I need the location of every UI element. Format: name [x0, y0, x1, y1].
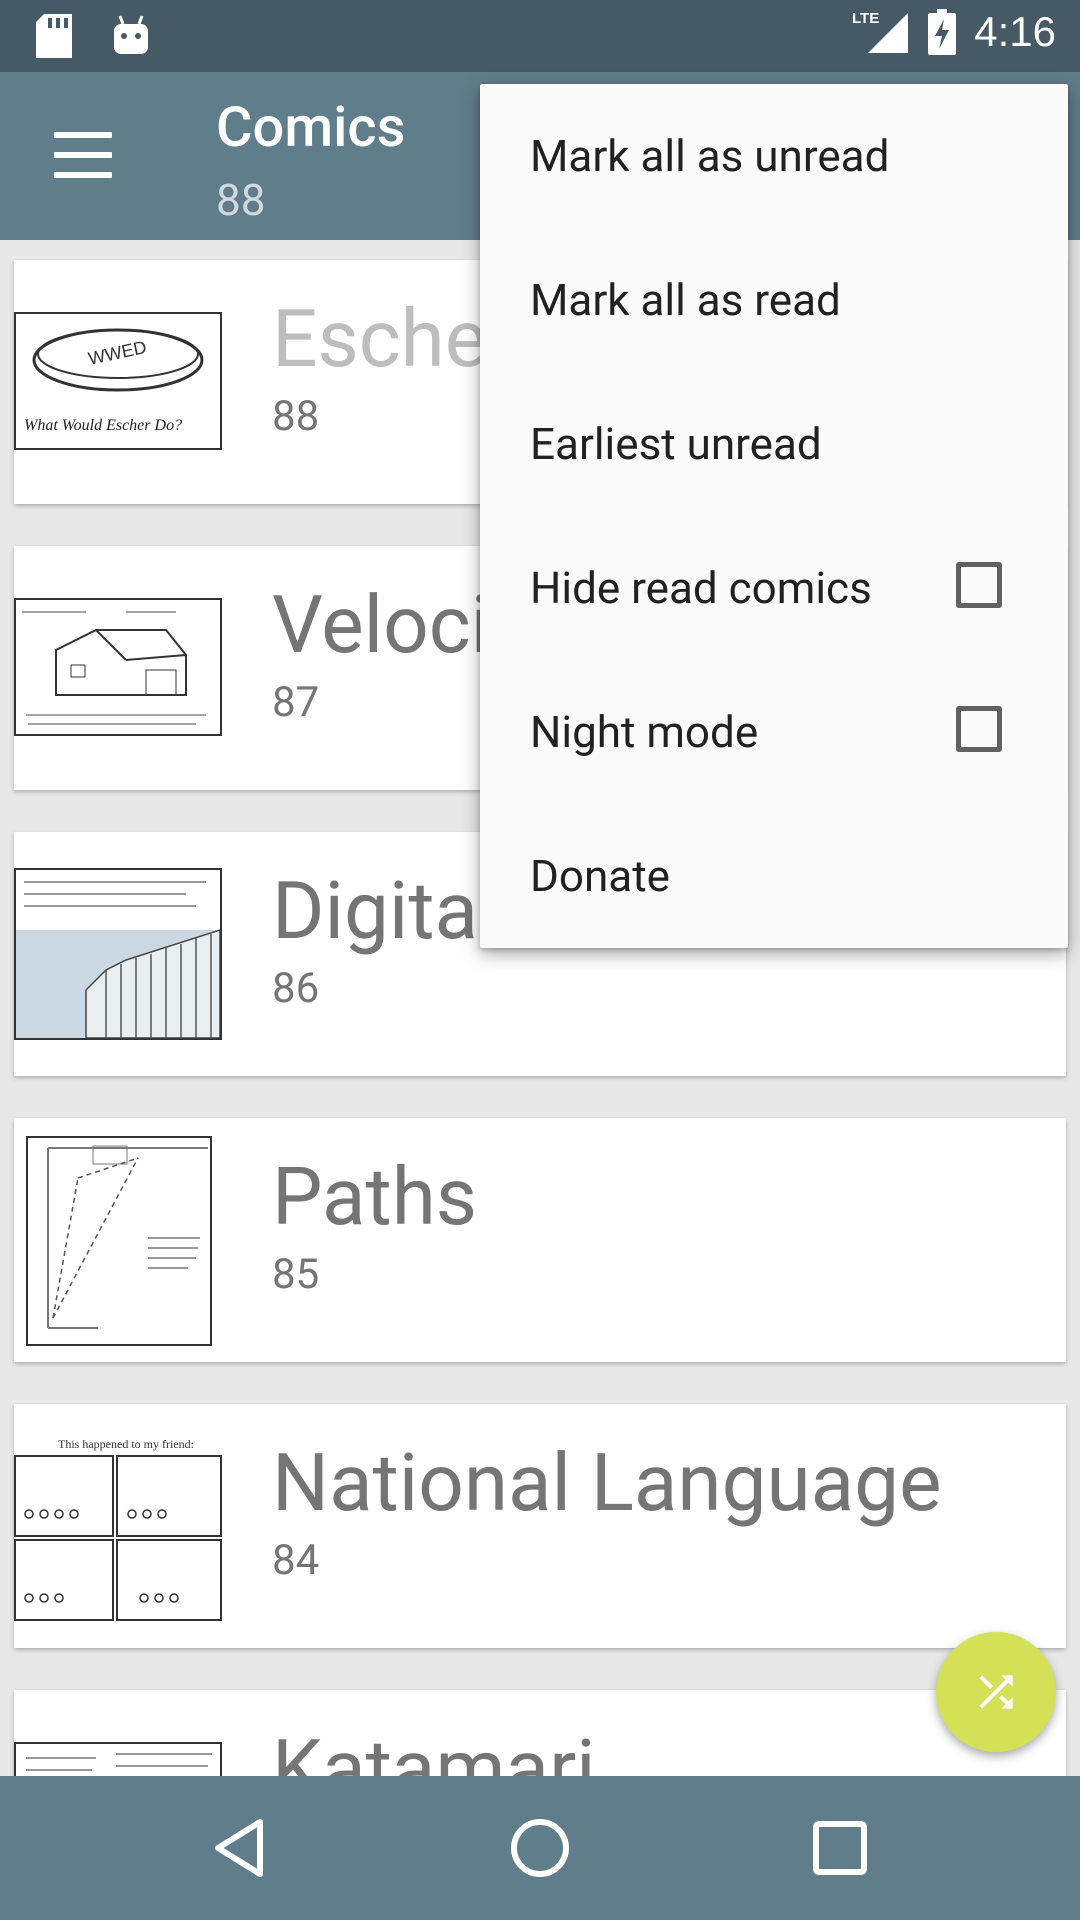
- menu-item-label: Mark all as unread: [530, 130, 890, 182]
- comic-thumbnail: [26, 1136, 212, 1346]
- comic-number: 86: [272, 964, 320, 1013]
- comic-title: National Language: [272, 1436, 942, 1530]
- comic-title: Paths: [272, 1150, 478, 1244]
- comic-card[interactable]: This happened to my friend: National Lan…: [14, 1404, 1066, 1648]
- comic-card[interactable]: Katamari: [14, 1690, 1066, 1776]
- night-mode-checkbox[interactable]: [956, 706, 1002, 752]
- comic-number: 85: [272, 1250, 320, 1299]
- back-icon[interactable]: [204, 1812, 276, 1884]
- comic-thumbnail: [14, 1742, 222, 1776]
- menu-item-label: Donate: [530, 850, 670, 902]
- comic-number: 88: [272, 392, 320, 441]
- sd-card-icon: [36, 14, 72, 58]
- home-icon[interactable]: [504, 1812, 576, 1884]
- menu-item-label: Hide read comics: [530, 562, 872, 614]
- comic-card[interactable]: Paths 85: [14, 1118, 1066, 1362]
- comic-title: Digita: [272, 864, 479, 958]
- menu-item-mark-all-read[interactable]: Mark all as read: [480, 228, 1068, 372]
- android-icon: [114, 15, 148, 54]
- shuffle-icon: [979, 1675, 1013, 1709]
- thumb-caption: What Would Escher Do?: [24, 417, 182, 434]
- menu-item-night-mode[interactable]: Night mode: [480, 660, 1068, 804]
- comic-title: Esche: [272, 292, 488, 386]
- thumb-caption: This happened to my friend:: [58, 1437, 194, 1451]
- svg-text:LTE: LTE: [852, 10, 879, 27]
- comic-title: Katamari: [272, 1722, 596, 1776]
- lte-signal-icon: LTE: [852, 10, 909, 53]
- comic-thumbnail: [14, 598, 222, 736]
- hamburger-menu-icon[interactable]: [54, 132, 112, 178]
- menu-item-label: Mark all as read: [530, 274, 841, 326]
- page-subtitle: 88: [216, 174, 266, 226]
- menu-item-donate[interactable]: Donate: [480, 804, 1068, 948]
- comic-thumbnail: This happened to my friend:: [14, 1434, 222, 1624]
- hide-read-checkbox[interactable]: [956, 562, 1002, 608]
- menu-item-earliest-unread[interactable]: Earliest unread: [480, 372, 1068, 516]
- comic-thumbnail: WWED What Would Escher Do?: [14, 312, 222, 450]
- comic-thumbnail: [14, 868, 222, 1040]
- menu-item-mark-all-unread[interactable]: Mark all as unread: [480, 84, 1068, 228]
- shuffle-button[interactable]: [936, 1632, 1056, 1752]
- menu-item-label: Night mode: [530, 706, 759, 758]
- clock: 4:16: [974, 8, 1056, 55]
- overflow-menu: Mark all as unread Mark all as read Earl…: [480, 84, 1068, 948]
- menu-item-hide-read-comics[interactable]: Hide read comics: [480, 516, 1068, 660]
- battery-charging-icon: [928, 9, 957, 55]
- menu-item-label: Earliest unread: [530, 418, 822, 470]
- status-bar: LTE 4:16: [0, 0, 1080, 72]
- page-title: Comics: [216, 94, 406, 160]
- thumb-band-text: WWED: [86, 337, 148, 369]
- recents-icon[interactable]: [804, 1812, 876, 1884]
- comic-number: 87: [272, 678, 320, 727]
- comic-title: Veloci: [272, 578, 491, 672]
- system-nav-bar: [0, 1776, 1080, 1920]
- comic-number: 84: [272, 1536, 320, 1585]
